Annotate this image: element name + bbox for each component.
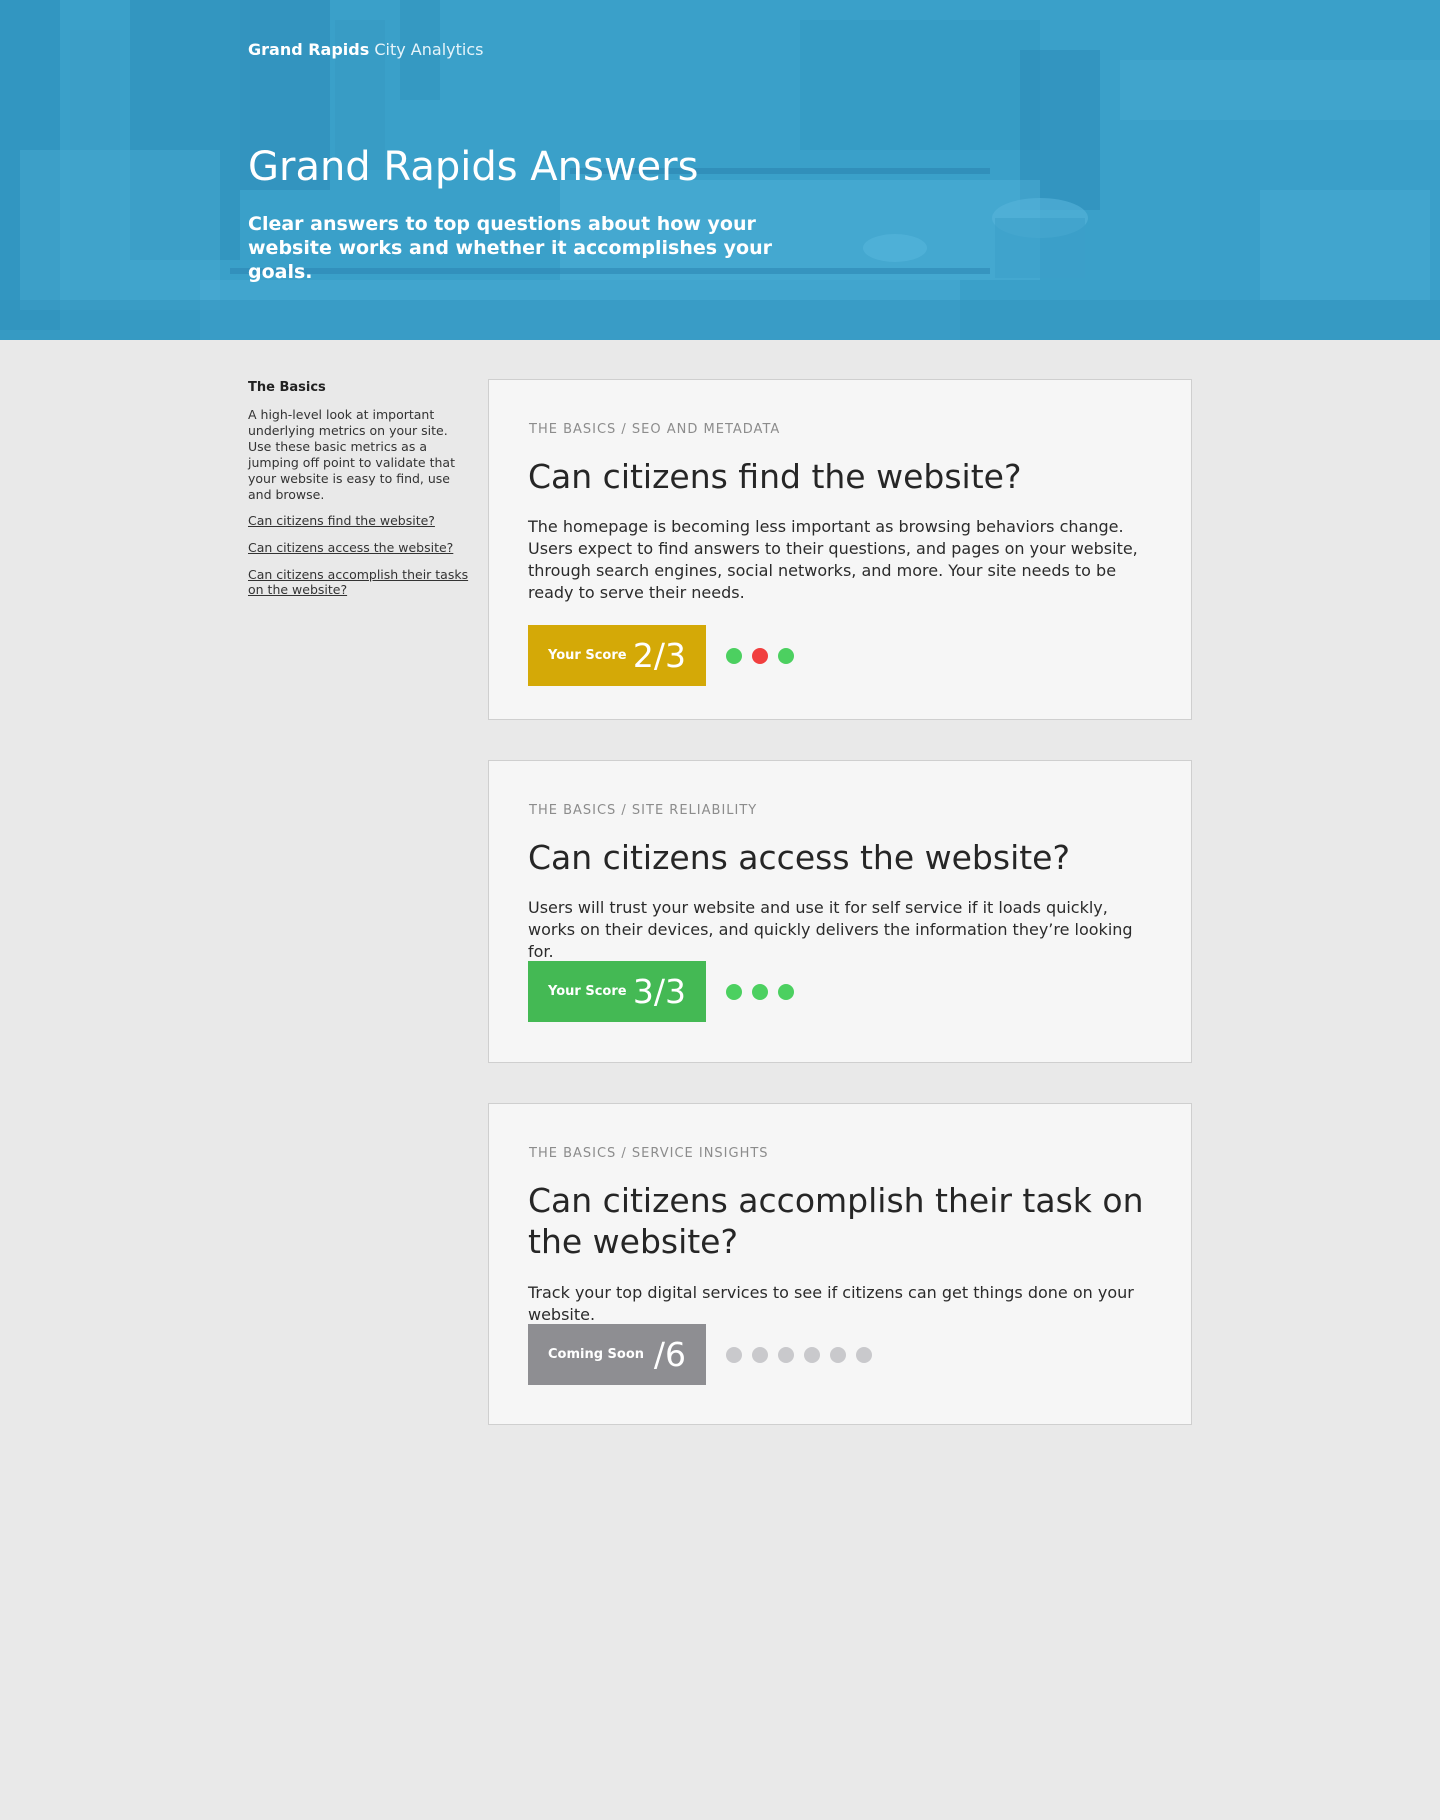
sidebar-link-access[interactable]: Can citizens access the website?: [248, 540, 473, 555]
card-breadcrumb: THE BASICS / SEO AND METADATA: [529, 422, 781, 437]
brand-name: Grand Rapids: [248, 40, 370, 59]
card-description: Users will trust your website and use it…: [528, 898, 1133, 961]
card-title: Can citizens access the website?: [528, 838, 1071, 877]
score-row: Your Score 2/3: [528, 625, 804, 686]
city-skyline-image: [0, 0, 1440, 340]
score-badge: Your Score 3/3: [528, 961, 706, 1022]
card-breadcrumb: THE BASICS / SITE RELIABILITY: [529, 803, 758, 818]
page-title: Grand Rapids Answers: [248, 144, 699, 190]
status-dot-pending: [856, 1346, 872, 1363]
sidebar-description: A high-level look at important underlyin…: [248, 407, 455, 502]
score-dots: [726, 1346, 882, 1363]
card-title: Can citizens accomplish their task on th…: [528, 1181, 1144, 1261]
status-dot-pending: [778, 1346, 794, 1363]
status-dot-pass: [726, 647, 742, 664]
status-dot-pass: [778, 647, 794, 664]
score-badge: Coming Soon /6: [528, 1324, 706, 1385]
score-value: /6: [653, 1335, 686, 1374]
score-value: 3/3: [632, 972, 686, 1011]
card-description: The homepage is becoming less important …: [528, 517, 1138, 602]
status-dot-pending: [830, 1346, 846, 1363]
brand-product: City Analytics: [374, 40, 484, 59]
status-dot-pending: [726, 1346, 742, 1363]
sidebar-link-find[interactable]: Can citizens find the website?: [248, 513, 473, 528]
score-row: Your Score 3/3: [528, 961, 804, 1022]
page-subtitle: Clear answers to top questions about how…: [248, 213, 773, 283]
status-dot-pass: [726, 983, 742, 1000]
status-dot-pending: [804, 1346, 820, 1363]
score-label: Coming Soon: [548, 1347, 645, 1362]
main-content: The Basics A high-level look at importan…: [0, 340, 1440, 1820]
status-dot-pass: [752, 983, 768, 1000]
question-card-accomplish: THE BASICS / SERVICE INSIGHTS Can citize…: [488, 1103, 1192, 1425]
score-label: Your Score: [548, 984, 627, 999]
status-dot-pass: [778, 983, 794, 1000]
score-row: Coming Soon /6: [528, 1324, 882, 1385]
status-dot-pending: [752, 1346, 768, 1363]
question-card-find: THE BASICS / SEO AND METADATA Can citize…: [488, 379, 1192, 720]
score-dots: [726, 983, 804, 1000]
card-description: Track your top digital services to see i…: [528, 1283, 1134, 1324]
hero-banner: Grand Rapids City Analytics Grand Rapids…: [0, 0, 1440, 340]
sidebar-title: The Basics: [248, 380, 326, 395]
sidebar: The Basics A high-level look at importan…: [248, 380, 473, 609]
brand-logo[interactable]: Grand Rapids City Analytics: [248, 40, 483, 59]
score-value: 2/3: [632, 636, 686, 675]
score-badge: Your Score 2/3: [528, 625, 706, 686]
card-breadcrumb: THE BASICS / SERVICE INSIGHTS: [529, 1146, 769, 1161]
score-label: Your Score: [548, 648, 627, 663]
status-dot-fail: [752, 647, 768, 664]
card-title: Can citizens find the website?: [528, 457, 1022, 496]
question-card-access: THE BASICS / SITE RELIABILITY Can citize…: [488, 760, 1192, 1063]
score-dots: [726, 647, 804, 664]
sidebar-link-accomplish[interactable]: Can citizens accomplish their tasks on t…: [248, 567, 473, 597]
